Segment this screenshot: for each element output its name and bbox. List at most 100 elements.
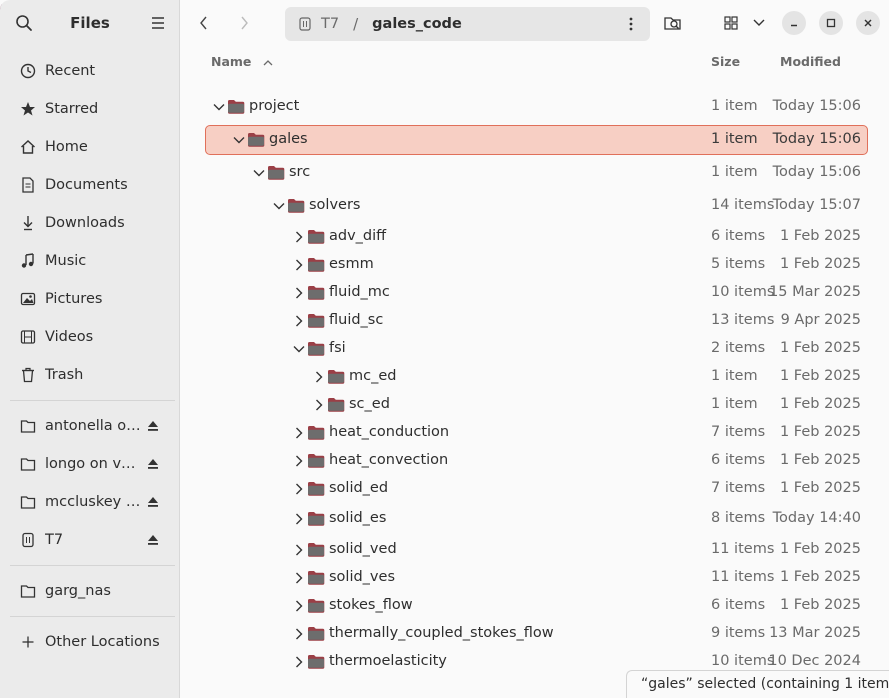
minimize-button[interactable] xyxy=(782,11,806,35)
eject-icon[interactable] xyxy=(146,495,160,509)
grid-icon xyxy=(724,16,738,30)
sidebar-item-music[interactable]: Music xyxy=(10,245,170,277)
tree-row-solid-es[interactable]: solid_es 8 items Today 14:40 xyxy=(181,505,889,533)
chevron-right-icon[interactable] xyxy=(292,599,306,613)
tree-row-solid-ed[interactable]: solid_ed 7 items 1 Feb 2025 xyxy=(181,475,889,503)
chevron-down-icon[interactable] xyxy=(232,133,246,147)
tree-row-heat-conduction[interactable]: heat_conduction 7 items 1 Feb 2025 xyxy=(181,419,889,447)
tree-row-src[interactable]: src 1 item Today 15:06 xyxy=(181,159,889,187)
chevron-right-icon[interactable] xyxy=(292,512,306,526)
maximize-button[interactable] xyxy=(819,11,843,35)
chevron-down-icon[interactable] xyxy=(272,199,286,213)
sidebar-item-pictures[interactable]: Pictures xyxy=(10,283,170,315)
sidebar-item-label: garg_nas xyxy=(45,583,111,599)
chevron-down-icon[interactable] xyxy=(292,342,306,356)
path-drive[interactable]: T7 xyxy=(321,16,339,32)
chevron-right-icon[interactable] xyxy=(292,454,306,468)
tree-row-fsi[interactable]: fsi 2 items 1 Feb 2025 xyxy=(181,335,889,363)
tree-row-heat-convection[interactable]: heat_convection 6 items 1 Feb 2025 xyxy=(181,447,889,475)
tree-row-solid-ves[interactable]: solid_ves 11 items 1 Feb 2025 xyxy=(181,564,889,592)
file-name: gales xyxy=(269,131,308,147)
column-header-size[interactable]: Size xyxy=(711,54,740,69)
chevron-right-icon[interactable] xyxy=(292,627,306,641)
chevron-right-icon[interactable] xyxy=(292,258,306,272)
grid-view-button[interactable] xyxy=(719,11,743,35)
column-header-name[interactable]: Name xyxy=(211,54,274,69)
file-modified: 1 Feb 2025 xyxy=(779,340,861,356)
sidebar-item-longo-on-vmhost[interactable]: longo on vmhost... xyxy=(10,448,170,480)
forward-button[interactable] xyxy=(233,12,255,34)
sidebar-item-mccluskey-on-vmhost[interactable]: mccluskey on vmhost... xyxy=(10,486,170,518)
sidebar-item-label: antonella on vmhost... xyxy=(45,418,146,434)
file-modified: Today 15:07 xyxy=(772,197,861,213)
path-separator: / xyxy=(353,15,359,33)
sidebar-item-videos[interactable]: Videos xyxy=(10,321,170,353)
file-size: 13 items xyxy=(711,312,775,328)
tree-row-mc-ed[interactable]: mc_ed 1 item 1 Feb 2025 xyxy=(181,363,889,391)
close-button[interactable] xyxy=(856,11,880,35)
sidebar-item-downloads[interactable]: Downloads xyxy=(10,207,170,239)
hamburger-menu-icon[interactable] xyxy=(149,14,167,32)
tree-row-fluid-mc[interactable]: fluid_mc 10 items 15 Mar 2025 xyxy=(181,279,889,307)
document-icon xyxy=(19,176,37,194)
kebab-menu-icon[interactable] xyxy=(624,16,638,32)
tree-row-thermally-coupled-stokes-flow[interactable]: thermally_coupled_stokes_flow 9 items 13 M… xyxy=(181,620,889,648)
chevron-right-icon[interactable] xyxy=(292,482,306,496)
sidebar-item-antonella-on-vmhost[interactable]: antonella on vmhost... xyxy=(10,410,170,442)
folder-icon xyxy=(308,342,325,356)
sidebar-item-home[interactable]: Home xyxy=(10,131,170,163)
chevron-right-icon[interactable] xyxy=(292,655,306,669)
path-current[interactable]: gales_code xyxy=(372,16,462,32)
sidebar-item-recent[interactable]: Recent xyxy=(10,55,170,87)
sidebar-item-other-locations[interactable]: Other Locations xyxy=(10,626,170,658)
eject-icon[interactable] xyxy=(146,457,160,471)
chevron-down-icon[interactable] xyxy=(212,100,226,114)
path-bar[interactable]: T7 / gales_code xyxy=(285,7,650,41)
tree-row-adv-diff[interactable]: adv_diff 6 items 1 Feb 2025 xyxy=(181,223,889,251)
tree-row-gales[interactable]: gales 1 item Today 15:06 xyxy=(181,125,889,155)
search-folder-button[interactable] xyxy=(661,11,685,35)
file-size: 1 item xyxy=(711,396,758,412)
sidebar-item-garg-nas[interactable]: garg_nas xyxy=(10,575,170,607)
file-name: thermally_coupled_stokes_flow xyxy=(329,625,554,641)
tree-row-sc-ed[interactable]: sc_ed 1 item 1 Feb 2025 xyxy=(181,391,889,419)
eject-icon[interactable] xyxy=(146,533,160,547)
sidebar-item-t7[interactable]: T7 xyxy=(10,524,170,556)
forward-arrow-icon xyxy=(241,16,248,30)
folder-icon xyxy=(308,454,325,468)
file-name: solid_es xyxy=(329,510,387,526)
sidebar-item-trash[interactable]: Trash xyxy=(10,359,170,391)
tree-row-stokes-flow[interactable]: stokes_flow 6 items 1 Feb 2025 xyxy=(181,592,889,620)
tree-row-solid-ved[interactable]: solid_ved 11 items 1 Feb 2025 xyxy=(181,536,889,564)
chevron-right-icon[interactable] xyxy=(292,571,306,585)
sidebar-item-starred[interactable]: Starred xyxy=(10,93,170,125)
tree-row-fluid-sc[interactable]: fluid_sc 13 items 9 Apr 2025 xyxy=(181,307,889,335)
file-name: adv_diff xyxy=(329,228,387,244)
chevron-right-icon[interactable] xyxy=(292,543,306,557)
chevron-right-icon[interactable] xyxy=(312,398,326,412)
tree-row-project[interactable]: project 1 item Today 15:06 xyxy=(181,93,889,121)
file-size: 6 items xyxy=(711,452,766,468)
file-size: 6 items xyxy=(711,597,766,613)
sidebar-item-label: mccluskey on vmhost... xyxy=(45,494,146,510)
chevron-right-icon[interactable] xyxy=(292,286,306,300)
chevron-right-icon[interactable] xyxy=(292,230,306,244)
file-size: 9 items xyxy=(711,625,766,641)
chevron-down-icon[interactable] xyxy=(252,166,266,180)
eject-icon[interactable] xyxy=(146,419,160,433)
chevron-right-icon[interactable] xyxy=(292,314,306,328)
sidebar: Files Recent Starred Home Documents Download… xyxy=(0,0,180,698)
back-button[interactable] xyxy=(193,12,215,34)
view-options-button[interactable] xyxy=(747,11,771,35)
chevron-right-icon[interactable] xyxy=(312,370,326,384)
sidebar-item-documents[interactable]: Documents xyxy=(10,169,170,201)
file-size: 7 items xyxy=(711,480,766,496)
file-name: sc_ed xyxy=(349,396,390,412)
tree-row-solvers[interactable]: solvers 14 items Today 15:07 xyxy=(181,192,889,220)
tree-row-esmm[interactable]: esmm 5 items 1 Feb 2025 xyxy=(181,251,889,279)
back-arrow-icon xyxy=(200,16,207,30)
picture-icon xyxy=(19,290,37,308)
file-modified: 1 Feb 2025 xyxy=(779,368,861,384)
chevron-right-icon[interactable] xyxy=(292,426,306,440)
column-header-modified[interactable]: Modified xyxy=(780,54,841,69)
